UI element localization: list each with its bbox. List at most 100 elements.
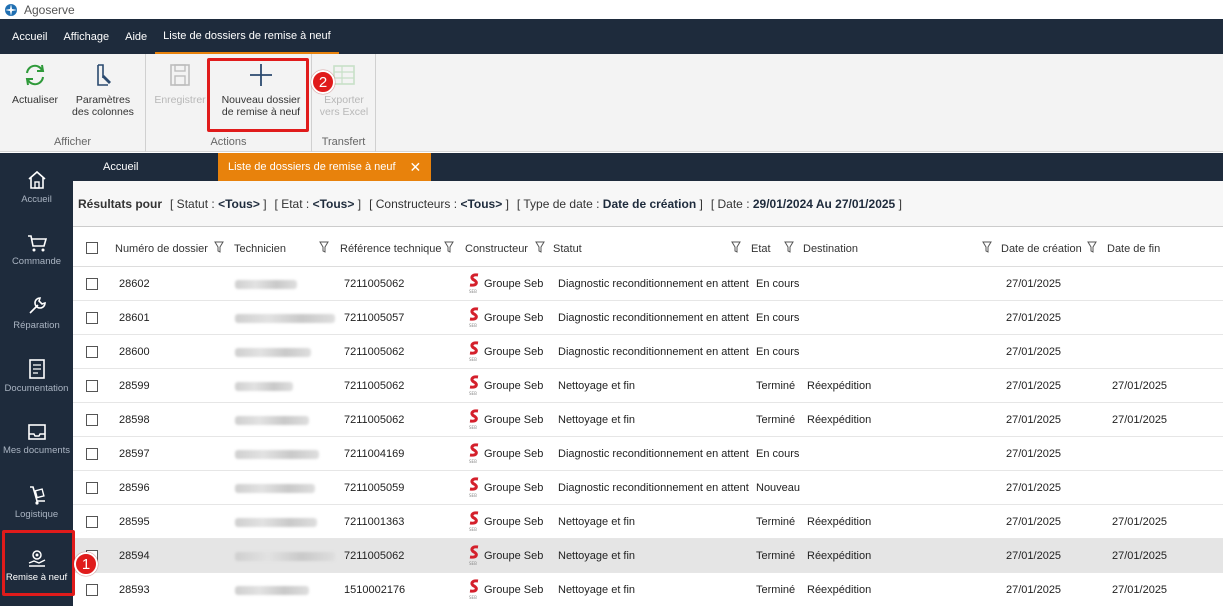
enregistrer-button[interactable]: Enregistrer: [152, 62, 208, 106]
filter-funnel-icon[interactable]: [214, 241, 224, 253]
close-icon[interactable]: ✕: [410, 159, 422, 176]
cell-reference: 7211005062: [344, 346, 405, 358]
menu-accueil[interactable]: Accueil: [4, 19, 55, 54]
row-checkbox[interactable]: [86, 448, 98, 460]
filter-funnel-icon[interactable]: [444, 241, 454, 253]
col-header-etat[interactable]: Etat: [751, 231, 771, 267]
hand-truck-icon: [29, 486, 45, 505]
row-checkbox[interactable]: [86, 312, 98, 324]
filter-statut: [ Statut : <Tous> ]: [170, 197, 267, 211]
constructeur-value: SEB Groupe Seb: [468, 307, 543, 329]
tab-accueil[interactable]: Accueil: [103, 153, 138, 181]
select-all-checkbox[interactable]: [86, 242, 98, 254]
save-icon: [170, 64, 190, 86]
cell-destination: Réexpédition: [807, 414, 872, 426]
cell-constructeur: SEB Groupe Seb: [468, 539, 543, 573]
row-checkbox[interactable]: [86, 278, 98, 290]
row-checkbox[interactable]: [86, 380, 98, 392]
cell-constructeur: SEB Groupe Seb: [468, 471, 543, 505]
table-row[interactable]: 28599 7211005062 SEB Groupe Seb Nettoyage et…: [73, 369, 1223, 403]
table-row[interactable]: 28602 7211005062 SEB Groupe Seb Diagnostic r…: [73, 267, 1223, 301]
filter-funnel-icon[interactable]: [731, 241, 741, 253]
table-row[interactable]: 28600 7211005062 SEB Groupe Seb Diagnostic r…: [73, 335, 1223, 369]
cell-technicien: [235, 335, 311, 369]
menu-aide[interactable]: Aide: [117, 19, 155, 54]
col-header-destination[interactable]: Destination: [803, 231, 858, 267]
cell-technicien: [235, 267, 297, 301]
ribbon-group-afficher: Actualiser Paramètres des colonnes Affic…: [0, 54, 146, 152]
table-row[interactable]: 28598 7211005062 SEB Groupe Seb Nettoyage et…: [73, 403, 1223, 437]
cell-constructeur: SEB Groupe Seb: [468, 403, 543, 437]
cell-reference: 7211005062: [344, 380, 405, 392]
groupe-seb-logo-icon: SEB: [469, 511, 479, 532]
cell-date-creation: 27/01/2025: [1006, 380, 1062, 392]
cell-reference: 1510002176: [344, 584, 406, 596]
cell-technicien: [235, 403, 309, 437]
step-badge-1: 1: [74, 552, 98, 576]
document-icon: [28, 359, 45, 379]
title-bar: Agoserve: [0, 0, 1223, 19]
table-row[interactable]: 28593 1510002176 SEB Groupe Seb Nettoyage et…: [73, 573, 1223, 606]
cell-destination: Réexpédition: [807, 584, 872, 596]
sidebar-label-logistique: Logistique: [14, 509, 59, 520]
row-checkbox[interactable]: [86, 414, 98, 426]
actualiser-button[interactable]: Actualiser: [8, 62, 62, 106]
sidebar-item-mes-documents[interactable]: Mes documents: [0, 408, 73, 470]
col-header-reference[interactable]: Référence technique: [340, 231, 442, 267]
excel-icon: [333, 65, 355, 85]
filter-funnel-icon[interactable]: [982, 241, 992, 253]
cell-statut: Nettoyage et fin: [558, 380, 636, 392]
col-header-statut[interactable]: Statut: [553, 231, 582, 267]
tab-liste-dossiers-label: Liste de dossiers de remise à neuf: [228, 161, 396, 173]
cell-numero: 28599: [119, 380, 150, 392]
cell-date-creation: 27/01/2025: [1006, 414, 1062, 426]
sidebar-item-accueil[interactable]: Accueil: [0, 156, 73, 218]
row-checkbox[interactable]: [86, 584, 98, 596]
table-row[interactable]: 28596 7211005059 SEB Groupe Seb Diagnostic r…: [73, 471, 1223, 505]
tab-liste-dossiers[interactable]: Liste de dossiers de remise à neuf ✕: [218, 153, 432, 181]
group-label-transfert: Transfert: [321, 136, 366, 148]
filter-etat-value: <Tous>: [312, 196, 355, 211]
col-header-numero[interactable]: Numéro de dossier: [115, 231, 208, 267]
cell-technicien: [235, 505, 317, 539]
col-header-constructeur[interactable]: Constructeur: [465, 231, 528, 267]
table-row[interactable]: 28594 7211005062 SEB Groupe Seb Nettoyage et…: [73, 539, 1223, 573]
filter-funnel-icon[interactable]: [784, 241, 794, 253]
cell-statut: Diagnostic reconditionnement en attent: [558, 278, 749, 290]
filter-date-end: ]: [898, 196, 902, 211]
constructeur-name: Groupe Seb: [484, 550, 544, 562]
row-checkbox[interactable]: [86, 482, 98, 494]
row-checkbox[interactable]: [86, 516, 98, 528]
svg-text:SEB: SEB: [469, 595, 477, 600]
cell-reference: 7211005062: [344, 414, 405, 426]
cell-statut: Nettoyage et fin: [558, 516, 636, 528]
cell-date-fin: 27/01/2025: [1112, 550, 1168, 562]
col-header-date-fin[interactable]: Date de fin: [1107, 231, 1160, 267]
col-header-date-creation[interactable]: Date de création: [1001, 231, 1082, 267]
sidebar-item-logistique[interactable]: Logistique: [0, 471, 73, 533]
filter-funnel-icon[interactable]: [535, 241, 545, 253]
parametres-colonnes-button[interactable]: Paramètres des colonnes: [70, 62, 136, 118]
cell-destination: Réexpédition: [807, 380, 872, 392]
table-row[interactable]: 28595 7211001363 SEB Groupe Seb Nettoyage et…: [73, 505, 1223, 539]
filter-date-label: [ Date :: [710, 196, 750, 211]
row-checkbox[interactable]: [86, 346, 98, 358]
highlight-box-remise-a-neuf: [2, 530, 75, 596]
col-header-technicien[interactable]: Technicien: [234, 231, 286, 267]
cell-reference: 7211005062: [344, 278, 405, 290]
filter-constructeurs-value: <Tous>: [460, 196, 503, 211]
constructeur-name: Groupe Seb: [484, 482, 544, 494]
menu-liste-dossiers[interactable]: Liste de dossiers de remise à neuf: [155, 19, 339, 54]
filter-funnel-icon[interactable]: [319, 241, 329, 253]
sidebar-item-reparation[interactable]: Réparation: [0, 282, 73, 344]
sidebar-label-commande: Commande: [11, 256, 62, 267]
constructeur-name: Groupe Seb: [484, 278, 544, 290]
table-row[interactable]: 28597 7211004169 SEB Groupe Seb Diagnostic r…: [73, 437, 1223, 471]
menu-affichage[interactable]: Affichage: [55, 19, 117, 54]
constructeur-value: SEB Groupe Seb: [468, 443, 543, 465]
sidebar-item-commande[interactable]: Commande: [0, 219, 73, 281]
filter-funnel-icon[interactable]: [1087, 241, 1097, 253]
sidebar-item-documentation[interactable]: Documentation: [0, 345, 73, 407]
cell-statut: Diagnostic reconditionnement en attent: [558, 346, 749, 358]
table-row[interactable]: 28601 7211005057 SEB Groupe Seb Diagnostic r…: [73, 301, 1223, 335]
